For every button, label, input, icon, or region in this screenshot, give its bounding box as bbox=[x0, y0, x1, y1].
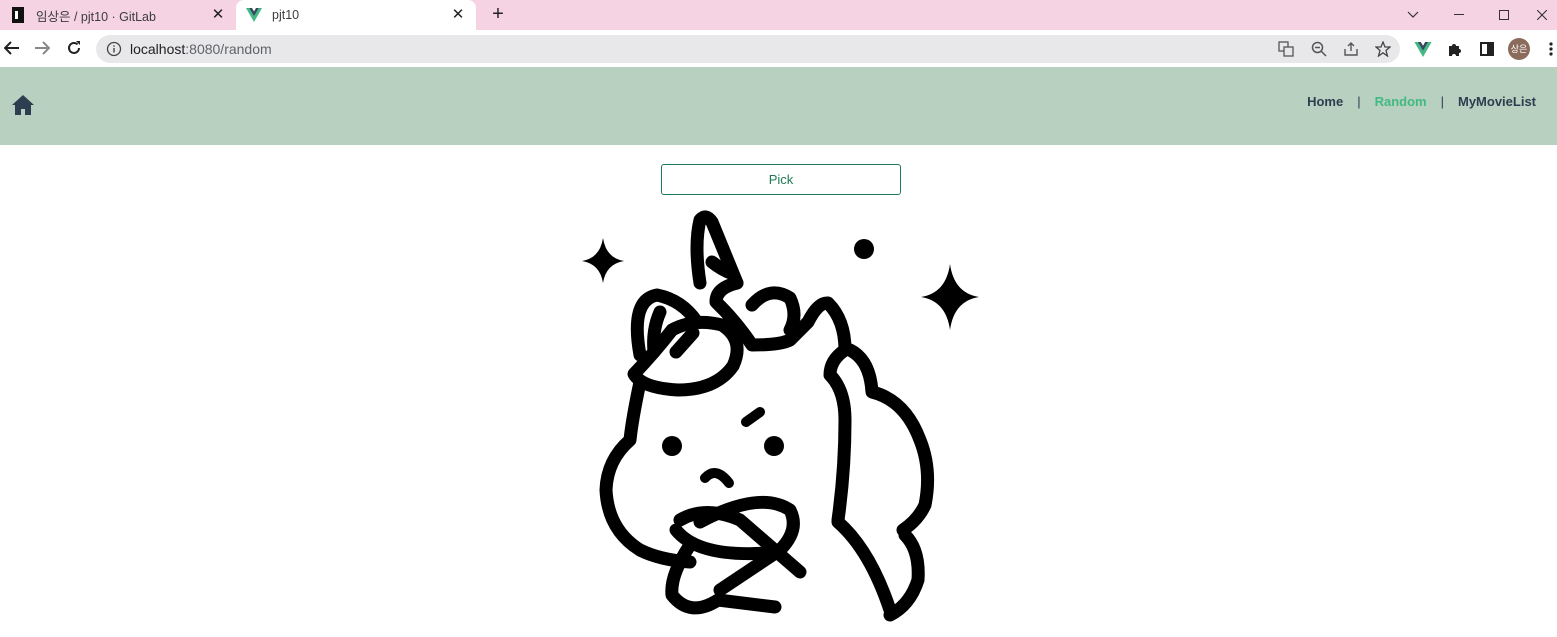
url-text: localhost:8080/random bbox=[130, 41, 272, 57]
home-icon[interactable] bbox=[11, 94, 35, 116]
gitlab-favicon-icon bbox=[10, 7, 26, 23]
translate-icon[interactable] bbox=[1278, 41, 1294, 57]
sad-unicorn-illustration bbox=[582, 210, 979, 622]
zoom-icon[interactable] bbox=[1311, 41, 1327, 57]
new-tab-icon[interactable]: + bbox=[487, 4, 509, 26]
address-bar[interactable]: localhost:8080/random bbox=[96, 35, 1400, 63]
bookmark-star-icon[interactable] bbox=[1375, 41, 1391, 57]
close-tab-icon[interactable]: ✕ bbox=[450, 7, 466, 23]
tab-gitlab[interactable]: 임상은 / pjt10 · GitLab ✕ bbox=[0, 0, 236, 30]
profile-avatar[interactable]: 상은 bbox=[1508, 38, 1530, 60]
nav-links: Home | Random | MyMovieList bbox=[1307, 94, 1536, 109]
minimize-icon[interactable] bbox=[1436, 0, 1482, 30]
vue-favicon-icon bbox=[246, 7, 262, 23]
window-close-icon[interactable] bbox=[1527, 0, 1557, 30]
tab-title: pjt10 bbox=[272, 8, 300, 22]
pick-button[interactable]: Pick bbox=[661, 164, 901, 195]
share-icon[interactable] bbox=[1343, 41, 1359, 57]
app-navbar: Home | Random | MyMovieList bbox=[0, 67, 1557, 145]
menu-kebab-icon[interactable] bbox=[1541, 39, 1557, 59]
nav-separator: | bbox=[1440, 94, 1444, 109]
forward-arrow-icon[interactable] bbox=[30, 36, 54, 60]
side-panel-icon[interactable] bbox=[1477, 39, 1497, 59]
nav-link-mymovielist[interactable]: MyMovieList bbox=[1458, 94, 1536, 109]
extensions-puzzle-icon[interactable] bbox=[1445, 39, 1465, 59]
nav-separator: | bbox=[1357, 94, 1361, 109]
tab-search-icon[interactable] bbox=[1390, 0, 1436, 30]
reload-icon[interactable] bbox=[62, 36, 86, 60]
back-arrow-icon[interactable] bbox=[0, 36, 24, 60]
tab-strip: 임상은 / pjt10 · GitLab ✕ pjt10 ✕ + bbox=[0, 0, 1557, 30]
nav-link-home[interactable]: Home bbox=[1307, 94, 1343, 109]
maximize-icon[interactable] bbox=[1481, 0, 1527, 30]
vue-devtools-icon[interactable] bbox=[1413, 39, 1433, 59]
site-info-icon[interactable] bbox=[106, 41, 122, 57]
close-tab-icon[interactable]: ✕ bbox=[210, 7, 226, 23]
tab-pjt10[interactable]: pjt10 ✕ bbox=[236, 0, 476, 30]
nav-link-random[interactable]: Random bbox=[1375, 94, 1427, 109]
tab-title: 임상은 / pjt10 · GitLab bbox=[36, 9, 156, 24]
